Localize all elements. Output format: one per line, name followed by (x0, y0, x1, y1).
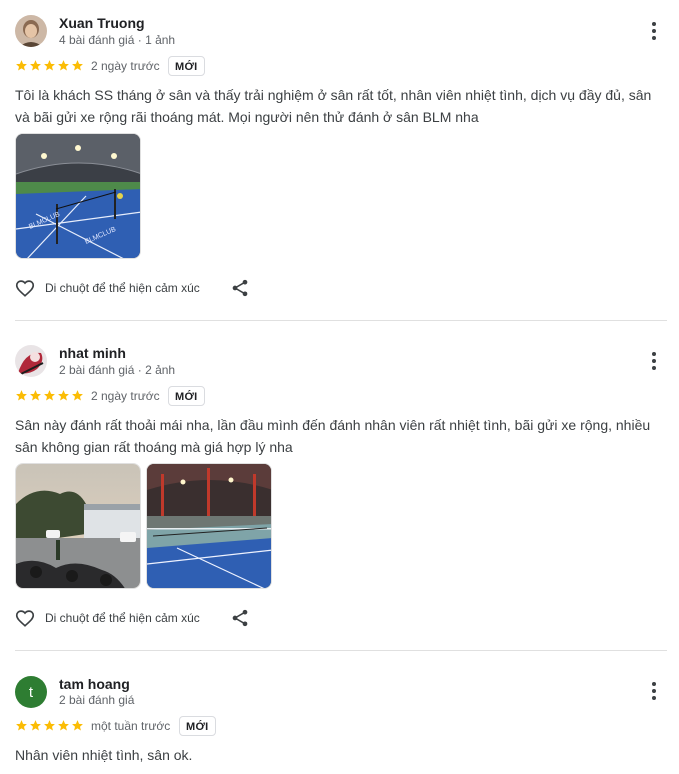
star-icon (30, 720, 41, 731)
review-divider (15, 650, 667, 651)
react-hint-label: Di chuột để thể hiện cảm xúc (45, 611, 200, 625)
reviewer-meta: 2 bài đánh giá (59, 693, 135, 707)
star-icon (16, 390, 27, 401)
react-hint-label: Di chuột để thể hiện cảm xúc (45, 281, 200, 295)
review-time: một tuần trước (91, 719, 171, 733)
star-icon (44, 60, 55, 71)
review-text: Sân này đánh rất thoải mái nha, lần đầu … (15, 417, 651, 455)
more-options-button[interactable] (642, 679, 666, 703)
review-divider (15, 320, 667, 321)
avatar[interactable] (15, 345, 47, 377)
star-icon (16, 720, 27, 731)
star-rating (15, 389, 84, 403)
star-icon (72, 60, 83, 71)
review-time: 2 ngày trước (91, 59, 160, 73)
avatar-letter: t (28, 683, 34, 701)
share-icon[interactable] (230, 608, 250, 628)
star-icon (72, 720, 83, 731)
star-icon (16, 60, 27, 71)
avatar[interactable] (15, 15, 47, 47)
star-icon (30, 60, 41, 71)
avatar[interactable]: t (15, 676, 47, 708)
heart-outline-icon[interactable] (14, 277, 36, 299)
review-text: Tôi là khách SS tháng ở sân và thấy trải… (15, 87, 652, 125)
star-icon (72, 390, 83, 401)
share-icon[interactable] (230, 278, 250, 298)
star-icon (30, 390, 41, 401)
review-text: Nhân viên nhiệt tình, sân ok. (15, 747, 193, 763)
heart-outline-icon[interactable] (14, 607, 36, 629)
more-options-button[interactable] (642, 19, 666, 43)
new-badge: MỚI (179, 716, 216, 736)
new-badge: MỚI (168, 386, 205, 406)
review-time: 2 ngày trước (91, 389, 160, 403)
review-photo[interactable]: BLMCLUB BLMCLUB (15, 133, 141, 259)
star-icon (44, 720, 55, 731)
review-photo[interactable] (146, 463, 272, 589)
star-icon (58, 390, 69, 401)
star-icon (44, 390, 55, 401)
reviewer-meta: 2 bài đánh giá · 2 ảnh (59, 363, 176, 377)
star-icon (58, 720, 69, 731)
star-icon (58, 60, 69, 71)
review-photo[interactable] (15, 463, 141, 589)
star-rating (15, 719, 84, 733)
reviewer-name[interactable]: Xuan Truong (59, 15, 145, 31)
reviewer-meta: 4 bài đánh giá · 1 ảnh (59, 33, 176, 47)
star-rating (15, 59, 84, 73)
reviewer-name[interactable]: nhat minh (59, 345, 126, 361)
reviewer-name[interactable]: tam hoang (59, 676, 130, 692)
new-badge: MỚI (168, 56, 205, 76)
more-options-button[interactable] (642, 349, 666, 373)
